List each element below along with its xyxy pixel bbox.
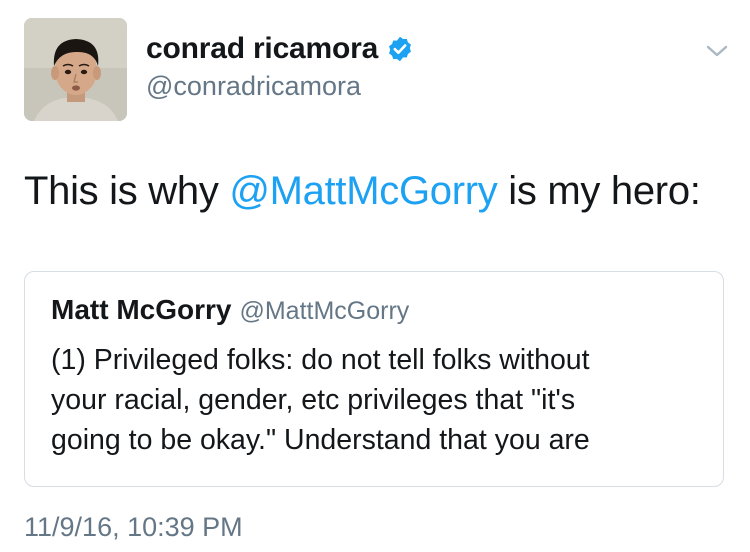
avatar-photo bbox=[24, 18, 127, 121]
author-display-name[interactable]: conrad ricamora bbox=[146, 32, 378, 66]
mention-link[interactable]: @MattMcGorry bbox=[229, 169, 497, 213]
author-handle[interactable]: @conradricamora bbox=[146, 71, 361, 102]
quoted-tweet-line: your racial, gender, etc privileges that… bbox=[51, 384, 576, 416]
quoted-tweet-text: (1) Privileged folks: do not tell folks … bbox=[51, 340, 701, 460]
tweet-timestamp[interactable]: 11/9/16, 10:39 PM bbox=[24, 512, 243, 543]
quoted-tweet-line: going to be okay." Understand that you a… bbox=[51, 424, 590, 456]
quoted-tweet-header: Matt McGorry @MattMcGorry bbox=[51, 294, 409, 326]
verified-badge-icon bbox=[389, 36, 411, 62]
tweet-text: This is why @MattMcGorry is my hero: bbox=[24, 167, 701, 215]
quoted-tweet-card[interactable]: Matt McGorry @MattMcGorry (1) Privileged … bbox=[24, 271, 724, 487]
tweet-text-before: This is why bbox=[24, 169, 230, 213]
chevron-down-icon[interactable] bbox=[705, 43, 729, 59]
quoted-author-handle: @MattMcGorry bbox=[239, 297, 410, 325]
quoted-tweet-line: (1) Privileged folks: do not tell folks … bbox=[51, 344, 590, 376]
avatar[interactable] bbox=[24, 18, 127, 121]
quoted-author-name: Matt McGorry bbox=[51, 294, 232, 325]
tweet-text-after: is my hero: bbox=[497, 169, 701, 213]
